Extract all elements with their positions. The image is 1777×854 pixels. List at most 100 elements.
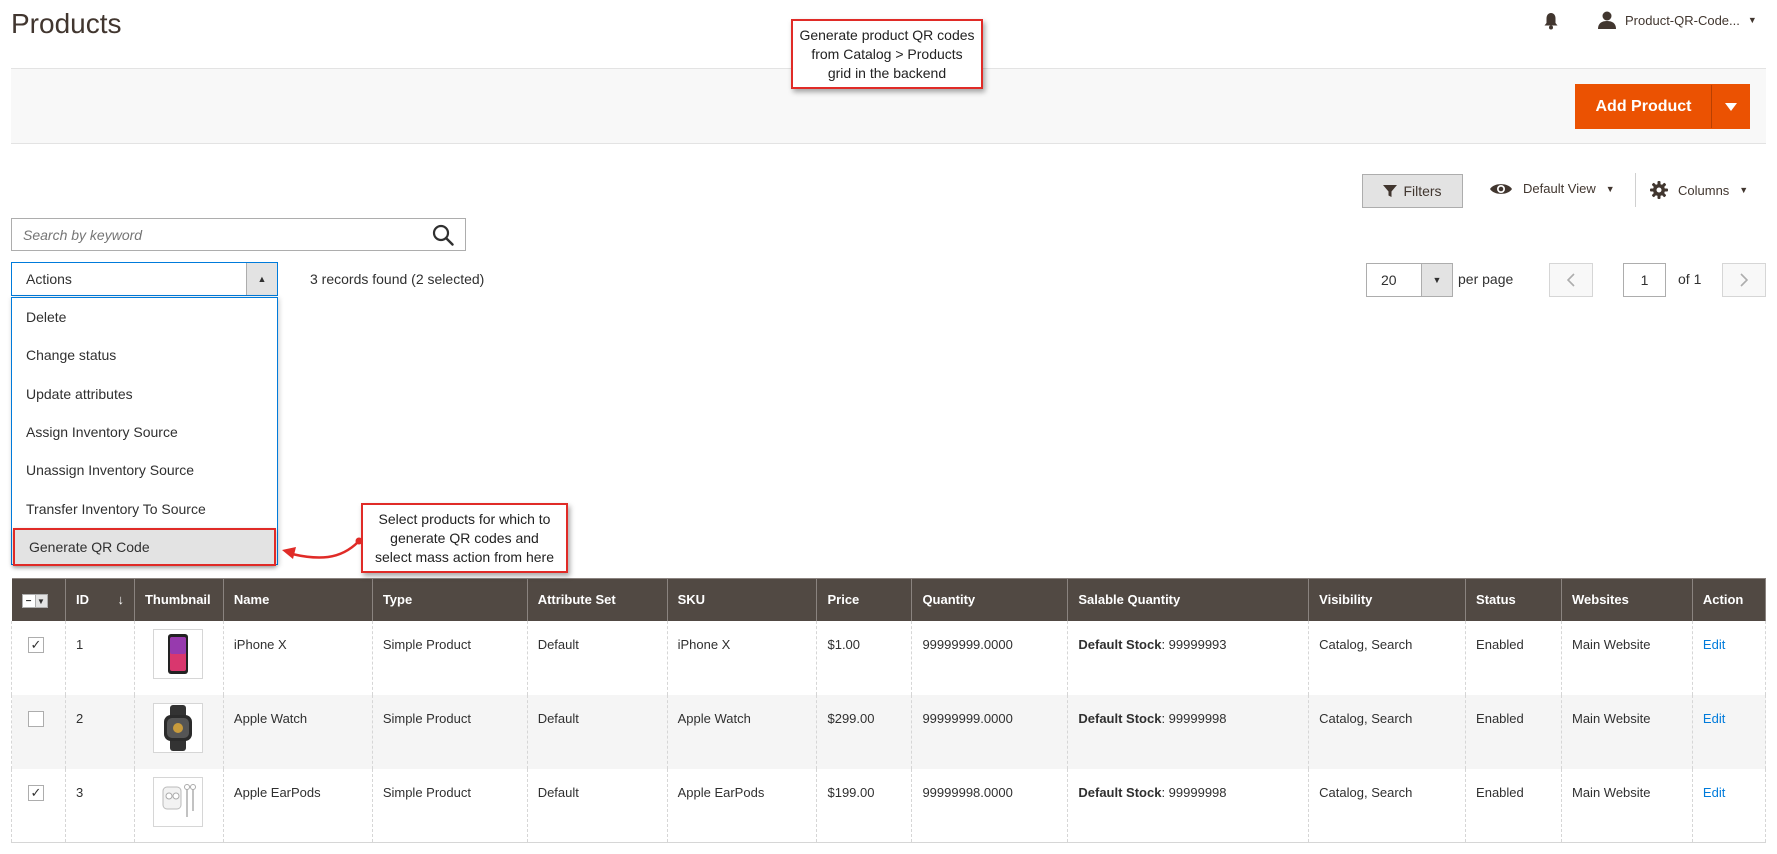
columns-label: Columns	[1678, 182, 1730, 198]
column-header-id[interactable]: ID ↓	[65, 578, 135, 621]
column-header-quantity[interactable]: Quantity	[911, 578, 1069, 621]
cell-sku: iPhone X	[666, 620, 818, 695]
minus-icon: −	[25, 595, 32, 607]
column-header-name[interactable]: Name	[223, 578, 373, 621]
mass-actions-select[interactable]: Actions ▲	[11, 262, 278, 296]
notification-bell-icon[interactable]	[1543, 12, 1559, 30]
table-row: ✓ 3 Apple EarPods Simple Product Default…	[11, 768, 1767, 843]
admin-user-menu[interactable]: Product-QR-Code... ▼	[1597, 10, 1757, 30]
cell-name: Apple EarPods	[222, 768, 373, 843]
caret-down-icon: ▼	[1739, 185, 1749, 195]
action-transfer-inventory[interactable]: Transfer Inventory To Source	[12, 489, 277, 527]
cell-websites: Main Website	[1561, 620, 1693, 695]
callout-mid-line-3: select mass action from here	[375, 548, 554, 565]
row-checkbox[interactable]: ✓	[28, 784, 44, 801]
action-unassign-inventory-source[interactable]: Unassign Inventory Source	[12, 451, 277, 489]
caret-up-icon[interactable]: ▲	[246, 263, 277, 295]
column-header-websites[interactable]: Websites	[1561, 578, 1693, 621]
action-delete[interactable]: Delete	[12, 298, 277, 336]
cell-price: $199.00	[816, 768, 913, 843]
cell-status: Enabled	[1465, 694, 1562, 769]
funnel-icon	[1383, 185, 1398, 197]
row-checkbox[interactable]: ✓	[28, 636, 44, 653]
stock-value: : 99999998	[1161, 710, 1227, 726]
columns-dropdown[interactable]: Columns ▼	[1650, 181, 1748, 199]
cell-sku: Apple EarPods	[666, 768, 818, 843]
user-icon	[1598, 11, 1616, 29]
stock-label: Default Stock	[1078, 710, 1162, 726]
column-header-status[interactable]: Status	[1465, 578, 1562, 621]
column-header-visibility[interactable]: Visibility	[1308, 578, 1467, 621]
cell-id: 3	[64, 768, 135, 843]
per-page-label: per page	[1458, 271, 1514, 287]
filters-label: Filters	[1403, 183, 1442, 199]
cell-attribute-set: Default	[526, 694, 668, 769]
caret-down-icon: ▼	[34, 595, 47, 607]
mass-select-toggle[interactable]: − ▼	[21, 594, 48, 608]
action-assign-inventory-source[interactable]: Assign Inventory Source	[12, 413, 277, 451]
earpods-image-icon	[162, 783, 196, 817]
product-grid: − ▼ ID ↓ Thumbnail Name Type Attribute Se…	[11, 578, 1767, 843]
product-thumbnail[interactable]	[152, 702, 203, 753]
cell-sku: Apple Watch	[666, 694, 818, 769]
edit-link[interactable]: Edit	[1703, 711, 1725, 726]
cell-price: $299.00	[816, 694, 913, 769]
action-generate-qr-code[interactable]: Generate QR Code	[13, 527, 276, 567]
table-row: ✓ 1 iPhone X Simple Product Default iPho…	[11, 620, 1767, 695]
product-thumbnail[interactable]	[152, 776, 203, 827]
cell-status: Enabled	[1465, 620, 1562, 695]
cell-quantity: 99999998.0000	[911, 768, 1069, 843]
stock-value: : 99999998	[1161, 784, 1227, 800]
column-header-sku[interactable]: SKU	[667, 578, 818, 621]
action-update-attributes[interactable]: Update attributes	[12, 375, 277, 413]
callout-mid-line-1: Select products for which to	[378, 510, 551, 527]
page-number-input[interactable]: 1	[1623, 263, 1666, 297]
user-name: Product-QR-Code...	[1625, 12, 1740, 28]
callout-mid: Select products for which to generate QR…	[361, 503, 568, 573]
next-page-button[interactable]	[1722, 263, 1766, 297]
search-icon	[432, 224, 454, 246]
default-view-dropdown[interactable]: Default View ▼	[1489, 181, 1615, 196]
column-header-action: Action	[1692, 578, 1767, 621]
callout-top-line-3: grid in the backend	[827, 64, 947, 81]
add-product-button[interactable]: Add Product	[1575, 84, 1750, 129]
add-product-label[interactable]: Add Product	[1576, 85, 1712, 128]
edit-link[interactable]: Edit	[1703, 637, 1725, 652]
product-thumbnail[interactable]	[152, 628, 203, 679]
cell-salable-quantity: Default Stock: 99999998	[1067, 768, 1310, 843]
action-change-status[interactable]: Change status	[12, 336, 277, 374]
search-button[interactable]	[421, 219, 465, 250]
row-checkbox[interactable]	[28, 710, 44, 727]
cell-visibility: Catalog, Search	[1308, 768, 1467, 843]
caret-down-icon[interactable]: ▼	[1421, 264, 1452, 296]
phone-image-icon	[167, 633, 188, 674]
chevron-right-icon	[1740, 273, 1748, 287]
previous-page-button[interactable]	[1549, 263, 1593, 297]
column-header-attribute-set[interactable]: Attribute Set	[527, 578, 668, 621]
column-header-type[interactable]: Type	[372, 578, 528, 621]
stock-label: Default Stock	[1078, 784, 1162, 800]
search-input[interactable]	[12, 219, 421, 250]
cell-name: iPhone X	[222, 620, 373, 695]
column-header-price[interactable]: Price	[816, 578, 913, 621]
caret-down-icon: ▼	[1605, 183, 1615, 194]
mass-select-header[interactable]: − ▼	[11, 578, 66, 621]
cell-type: Simple Product	[371, 694, 528, 769]
caret-down-icon: ▼	[1747, 15, 1757, 25]
filters-button[interactable]: Filters	[1362, 174, 1463, 208]
mass-actions-label: Actions	[26, 271, 72, 287]
page-total-label: of 1	[1678, 271, 1702, 287]
grid-header-row: − ▼ ID ↓ Thumbnail Name Type Attribute Se…	[11, 578, 1767, 621]
per-page-select[interactable]: 20 ▼	[1366, 263, 1453, 297]
watch-image-icon	[163, 704, 192, 751]
table-row: 2 Apple Watch Simple Product Default App…	[11, 694, 1767, 769]
cell-websites: Main Website	[1561, 768, 1693, 843]
edit-link[interactable]: Edit	[1703, 785, 1725, 800]
stock-value: : 99999993	[1161, 636, 1227, 652]
per-page-value: 20	[1381, 272, 1397, 288]
callout-top-line-1: Generate product QR codes	[799, 26, 975, 43]
cell-visibility: Catalog, Search	[1308, 694, 1467, 769]
add-product-dropdown-toggle[interactable]	[1712, 85, 1749, 128]
page-title: Products	[11, 8, 122, 39]
callout-top-line-2: from Catalog > Products	[811, 45, 963, 62]
